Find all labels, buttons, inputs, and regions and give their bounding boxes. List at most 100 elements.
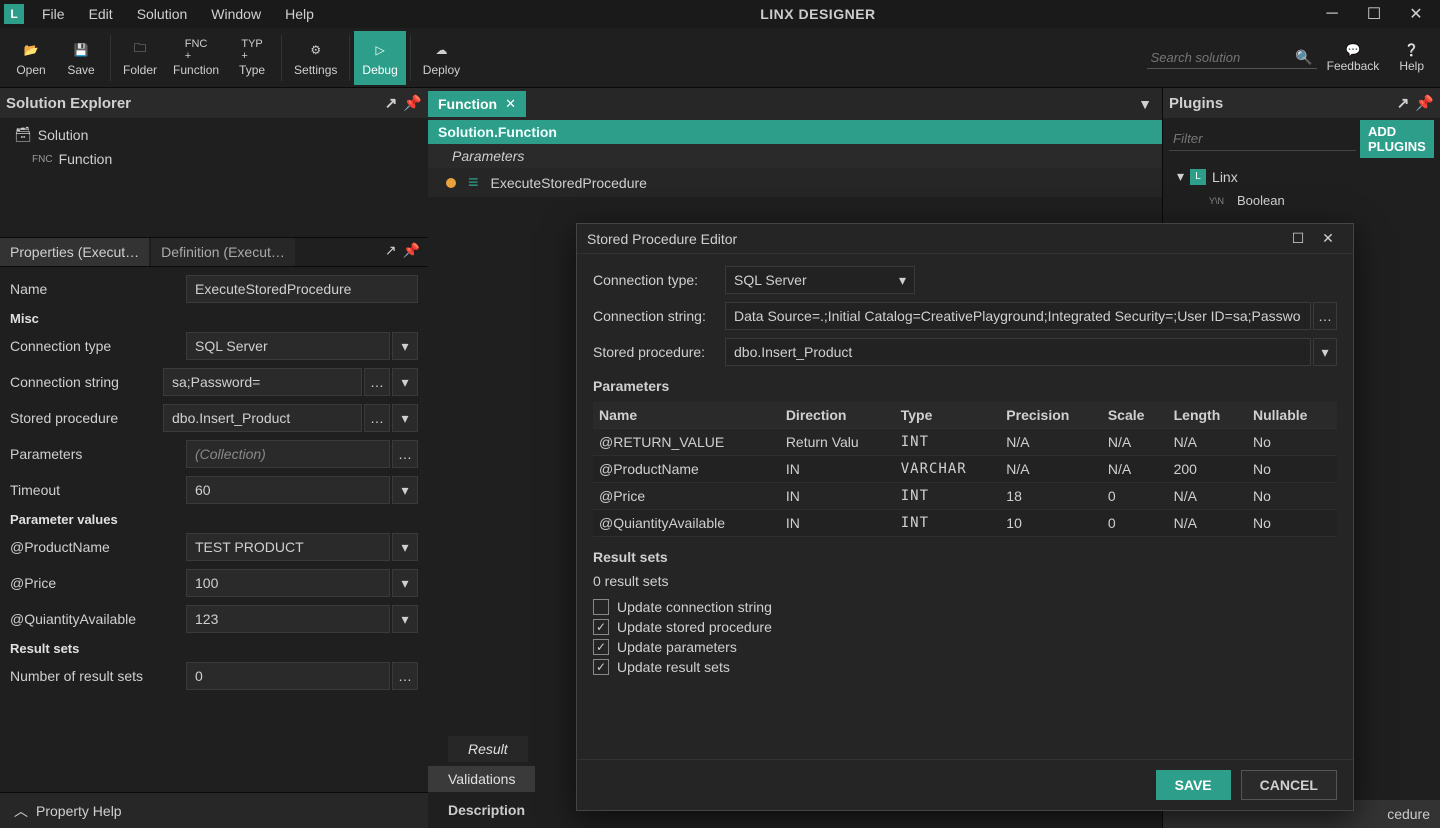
plugin-boolean-item[interactable]: Y\N Boolean [1169, 189, 1434, 212]
toolbar-divider [110, 35, 111, 81]
table-row[interactable]: @Price IN INT 18 0 N/A No [593, 483, 1337, 510]
toolbar-type-button[interactable]: TYP+ Type [227, 31, 277, 85]
col-precision: Precision [1000, 402, 1102, 429]
col-scale: Scale [1102, 402, 1168, 429]
toolbar-help-button[interactable]: ❔ Help [1389, 39, 1434, 77]
menu-file[interactable]: File [32, 2, 75, 26]
dropdown-icon[interactable]: ▾ [392, 569, 418, 597]
properties-tab[interactable]: Properties (Execut… [0, 238, 149, 266]
prop-productname-label: @ProductName [10, 539, 186, 555]
dropdown-icon[interactable]: ▾ [392, 476, 418, 504]
window-minimize-button[interactable]: ─ [1312, 2, 1352, 26]
property-help-label: Property Help [36, 803, 122, 819]
add-plugins-button[interactable]: ADD PLUGINS [1360, 120, 1434, 158]
popout-icon[interactable]: ↗ [1397, 94, 1410, 112]
table-row[interactable]: @QuiantityAvailable IN INT 10 0 N/A No [593, 510, 1337, 537]
toolbar-open-button[interactable]: 📂 Open [6, 31, 56, 85]
filter-icon[interactable]: ▼ [1128, 96, 1162, 112]
plugins-filter-input[interactable] [1169, 127, 1356, 151]
search-solution-box[interactable]: 🔍 [1147, 47, 1317, 69]
checkbox-update-connection[interactable] [593, 599, 609, 615]
search-icon[interactable]: 🔍 [1295, 49, 1312, 66]
prop-productname-input[interactable] [186, 533, 390, 561]
definition-tab[interactable]: Definition (Execut… [151, 238, 295, 266]
validations-tab[interactable]: Validations [428, 766, 535, 792]
checkbox-update-parameters[interactable] [593, 639, 609, 655]
prop-resultcount-input[interactable] [186, 662, 390, 690]
folder-add-icon: 🗀 [129, 39, 151, 61]
dropdown-icon[interactable]: ▾ [392, 404, 418, 432]
dropdown-icon[interactable]: ▾ [392, 368, 418, 396]
toolbar-settings-button[interactable]: ⚙ Settings [286, 31, 345, 85]
result-tab[interactable]: Result [448, 736, 528, 762]
solution-function-item[interactable]: FNC Function [0, 147, 428, 171]
table-row[interactable]: @ProductName IN VARCHAR N/A N/A 200 No [593, 456, 1337, 483]
app-icon: L [4, 4, 24, 24]
prop-name-input[interactable] [186, 275, 418, 303]
ellipsis-button[interactable]: … [392, 440, 418, 468]
function-item-execsp[interactable]: ≡ ExecuteStoredProcedure [428, 168, 1162, 197]
property-help-bar[interactable]: ︿ Property Help [0, 792, 428, 828]
window-close-button[interactable]: ✕ [1396, 2, 1436, 26]
breakpoint-dot-icon[interactable] [446, 178, 456, 188]
menu-window[interactable]: Window [201, 2, 271, 26]
toolbar-save-button[interactable]: 💾 Save [56, 31, 106, 85]
plugin-linx-item[interactable]: ▾ L Linx [1169, 164, 1434, 189]
prop-timeout-label: Timeout [10, 482, 186, 498]
prop-timeout-input[interactable] [186, 476, 390, 504]
cloud-upload-icon: ☁ [430, 39, 452, 61]
solution-root-item[interactable]: 🗃 Solution [0, 122, 428, 147]
dropdown-icon[interactable]: ▾ [392, 605, 418, 633]
prop-params-input[interactable] [186, 440, 390, 468]
toolbar-feedback-button[interactable]: 💬 Feedback [1317, 39, 1390, 77]
prop-connstring-input[interactable] [163, 368, 362, 396]
ellipsis-button[interactable]: … [364, 368, 390, 396]
menu-help[interactable]: Help [275, 2, 324, 26]
chevron-up-icon: ︿ [14, 801, 28, 821]
checkbox-update-procedure[interactable] [593, 619, 609, 635]
menu-solution[interactable]: Solution [127, 2, 198, 26]
close-tab-icon[interactable]: ✕ [505, 96, 516, 112]
toolbar-debug-button[interactable]: ▷ Debug [354, 31, 405, 85]
ellipsis-button[interactable]: … [1313, 302, 1337, 330]
prop-qty-input[interactable] [186, 605, 390, 633]
toolbar-deploy-button[interactable]: ☁ Deploy [415, 31, 468, 85]
toolbar-divider [281, 35, 282, 81]
toolbar-folder-button[interactable]: 🗀 Folder [115, 31, 165, 85]
toolbar-deploy-label: Deploy [423, 63, 460, 77]
prop-conntype-input[interactable] [186, 332, 390, 360]
stored-procedure-editor-dialog: Stored Procedure Editor ☐ ✕ Connection t… [576, 223, 1354, 811]
chevron-down-icon[interactable]: ▾ [1313, 338, 1337, 366]
ellipsis-button[interactable]: … [392, 662, 418, 690]
dlg-conntype-label: Connection type: [593, 272, 725, 288]
checkbox-update-resultsets[interactable] [593, 659, 609, 675]
dlg-connstring-input[interactable] [725, 302, 1311, 330]
cancel-button[interactable]: CANCEL [1241, 770, 1337, 800]
dlg-storedproc-input[interactable] [725, 338, 1311, 366]
type-add-icon: TYP+ [241, 39, 263, 61]
table-row[interactable]: @RETURN_VALUE Return Valu INT N/A N/A N/… [593, 429, 1337, 456]
dlg-conntype-select[interactable]: SQL Server ▾ [725, 266, 915, 294]
window-maximize-button[interactable]: ☐ [1354, 2, 1394, 26]
search-solution-input[interactable] [1151, 50, 1296, 65]
pin-icon[interactable]: 📌 [403, 242, 420, 262]
save-button[interactable]: SAVE [1156, 770, 1231, 800]
prop-storedproc-input[interactable] [163, 404, 362, 432]
popout-icon[interactable]: ↗ [385, 94, 398, 112]
pin-icon[interactable]: 📌 [403, 94, 422, 112]
prop-qty-label: @QuiantityAvailable [10, 611, 186, 627]
dropdown-icon[interactable]: ▾ [392, 332, 418, 360]
linx-app-icon: L [1190, 169, 1206, 185]
dialog-close-button[interactable]: ✕ [1313, 230, 1343, 247]
popout-icon[interactable]: ↗ [385, 242, 397, 262]
dialog-maximize-button[interactable]: ☐ [1283, 230, 1313, 247]
col-type: Type [895, 402, 1001, 429]
play-icon: ▷ [369, 39, 391, 61]
editor-tab-function[interactable]: Function ✕ [428, 91, 526, 117]
toolbar-function-button[interactable]: FNC+ Function [165, 31, 227, 85]
menu-edit[interactable]: Edit [79, 2, 123, 26]
pin-icon[interactable]: 📌 [1415, 94, 1434, 112]
dropdown-icon[interactable]: ▾ [392, 533, 418, 561]
prop-price-input[interactable] [186, 569, 390, 597]
ellipsis-button[interactable]: … [364, 404, 390, 432]
